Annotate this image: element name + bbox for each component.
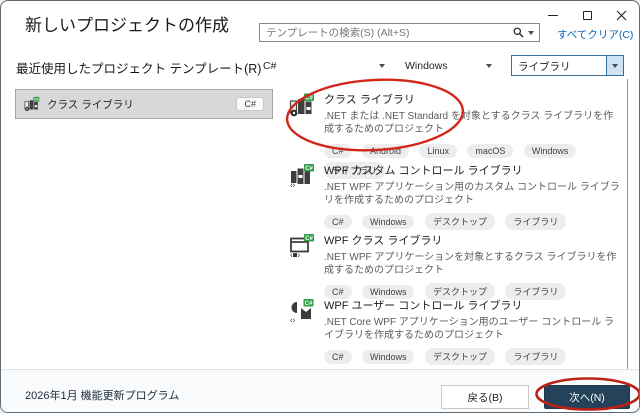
svg-text:C#: C#: [305, 236, 313, 242]
recent-item-label: クラス ライブラリ: [47, 97, 236, 112]
tag: Linux: [419, 144, 457, 158]
search-box-icons: [513, 27, 539, 38]
template-description: .NET Core WPF アプリケーション用のユーザー コントロール ライブラ…: [324, 316, 622, 342]
svg-text:C#: C#: [34, 98, 39, 102]
template-title: WPF クラス ライブラリ: [324, 232, 623, 248]
search-input[interactable]: [260, 27, 513, 39]
tag: Windows: [362, 215, 415, 229]
recent-item-class-library[interactable]: C# クラス ライブラリ C#: [15, 89, 273, 119]
svg-text:‹›: ‹›: [290, 316, 296, 325]
create-new-project-dialog: 新しいプロジェクトの作成 すべてクリア(C) C#: [0, 0, 640, 413]
project-type-filter-value: ライブラリ: [512, 56, 606, 75]
svg-text:C#: C#: [305, 166, 313, 172]
language-filter-dropdown[interactable]: C#: [256, 56, 392, 76]
search-icon[interactable]: [513, 27, 524, 38]
window-controls: [536, 2, 638, 29]
next-button[interactable]: 次へ(N): [544, 385, 630, 409]
svg-text:C#: C#: [305, 95, 313, 101]
back-button[interactable]: 戻る(B): [441, 385, 529, 409]
chevron-down-icon: [379, 64, 385, 68]
template-description: .NET WPF アプリケーション用のカスタム コントロール ライブラリを作成す…: [324, 181, 622, 207]
platform-filter-dropdown[interactable]: Windows: [398, 56, 499, 76]
wpf-user-control-library-icon: ‹› C#: [289, 298, 315, 324]
template-item-wpf-user-control-library[interactable]: ‹› C# WPF ユーザー コントロール ライブラリ .NET Core WP…: [287, 295, 623, 368]
search-box[interactable]: [259, 23, 540, 42]
chevron-down-icon: [612, 64, 618, 68]
chevron-down-icon: [486, 64, 492, 68]
svg-text:‹›: ‹›: [290, 181, 296, 190]
tag: Android: [362, 144, 409, 158]
svg-text:C#: C#: [305, 301, 313, 307]
template-item-wpf-custom-control-library[interactable]: ‹› C# WPF カスタム コントロール ライブラリ .NET WPF アプリ…: [287, 160, 623, 233]
minimize-icon: [548, 15, 558, 16]
wpf-custom-control-library-icon: ‹› C#: [289, 163, 315, 189]
template-description: .NET または .NET Standard を対象とするクラス ライブラリを作…: [324, 110, 622, 136]
dialog-title: 新しいプロジェクトの作成: [25, 11, 229, 36]
footer-divider: [1, 369, 639, 370]
wpf-class-library-icon: ‹■› C#: [289, 233, 315, 259]
search-dropdown-caret-icon[interactable]: [528, 31, 534, 35]
clear-all-link[interactable]: すべてクリア(C): [557, 27, 633, 42]
template-title: クラス ライブラリ: [324, 91, 623, 107]
tag: C#: [324, 350, 352, 364]
template-description: .NET WPF アプリケーションを対象とするクラス ライブラリを作成するための…: [324, 251, 622, 277]
template-title: WPF カスタム コントロール ライブラリ: [324, 162, 623, 178]
project-type-dropdown-button[interactable]: [606, 56, 623, 75]
tag: Windows: [524, 144, 577, 158]
platform-filter-value: Windows: [405, 60, 448, 72]
template-item-wpf-class-library[interactable]: ‹■› C# WPF クラス ライブラリ .NET WPF アプリケーションを対…: [287, 230, 623, 303]
class-library-icon: C#: [24, 96, 40, 112]
tag: デスクトップ: [425, 348, 495, 365]
tag: macOS: [467, 144, 513, 158]
close-icon: [616, 10, 627, 21]
close-button[interactable]: [604, 2, 638, 29]
template-tags: C# Windows デスクトップ ライブラリ: [324, 347, 623, 368]
tag: C#: [324, 215, 352, 229]
maximize-button[interactable]: [570, 2, 604, 29]
tag: ライブラリ: [505, 213, 566, 230]
project-type-filter-dropdown[interactable]: ライブラリ: [511, 55, 624, 76]
update-program-link[interactable]: 2026年1月 機能更新プログラム: [25, 387, 179, 403]
svg-text:‹■›: ‹■›: [290, 251, 300, 260]
tag: Windows: [362, 350, 415, 364]
minimize-button[interactable]: [536, 2, 570, 29]
recent-templates-heading: 最近使用したプロジェクト テンプレート(R): [16, 58, 261, 77]
tag: デスクトップ: [425, 213, 495, 230]
tag: ライブラリ: [505, 348, 566, 365]
template-title: WPF ユーザー コントロール ライブラリ: [324, 297, 623, 313]
maximize-icon: [583, 11, 592, 20]
class-library-icon: C#: [289, 92, 315, 118]
language-filter-value: C#: [263, 60, 276, 72]
template-list-scrollbar[interactable]: [627, 79, 628, 369]
tag: C#: [324, 144, 352, 158]
recent-item-language-badge: C#: [236, 97, 264, 111]
